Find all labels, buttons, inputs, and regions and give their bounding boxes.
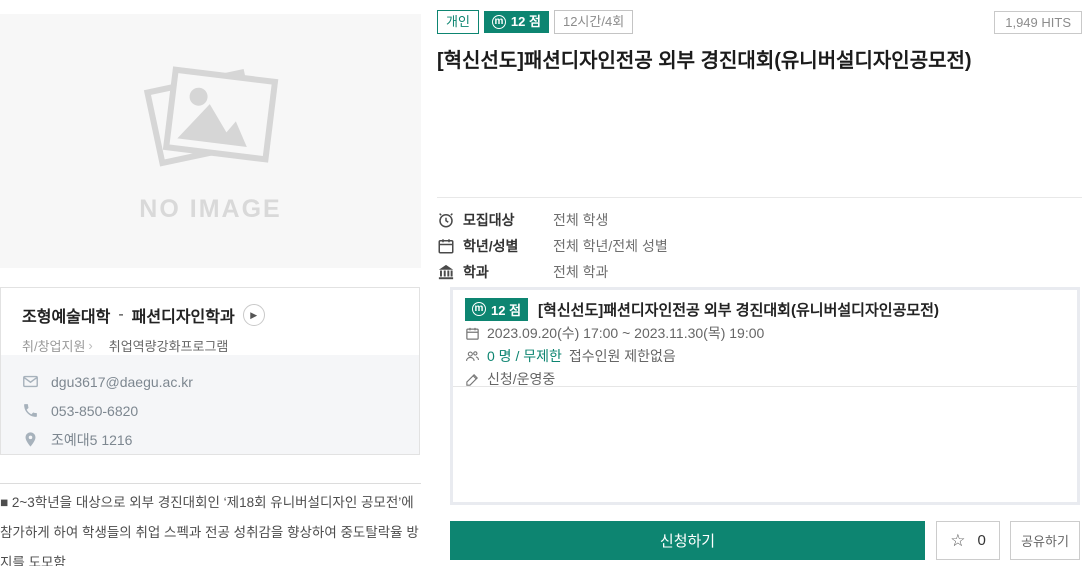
organization-header: 조형예술대학 - 패션디자인학과 ▶ 취/창업지원 › 취업역량강화프로그램 — [1, 288, 419, 355]
program-info-section: 모집대상 전체 학생 학년/성별 전체 학년/전체 성별 학과 전체 학과 — [437, 197, 1082, 285]
organization-subtitle: 취/창업지원 › 취업역량강화프로그램 — [22, 336, 398, 355]
contact-location: 조예대5 1216 — [51, 431, 133, 448]
event-status: 신청/운영중 — [487, 371, 556, 387]
event-mileage-badge: m 12 점 — [465, 297, 529, 321]
phone-icon — [22, 402, 39, 419]
program-category[interactable]: 취/창업지원 — [22, 336, 85, 355]
calendar-icon — [437, 237, 455, 255]
info-row-department: 학과 전체 학과 — [437, 259, 1082, 285]
bank-icon — [437, 263, 455, 281]
organization-title-row: 조형예술대학 - 패션디자인학과 ▶ — [22, 303, 398, 327]
page-title: [혁신선도]패션디자인전공 외부 경진대회(유니버설디자인공모전) — [437, 50, 972, 72]
info-label: 학과 — [463, 264, 489, 280]
info-value: 전체 학년/전체 성별 — [553, 238, 668, 254]
contact-phone-row: 053-850-6820 — [22, 396, 398, 425]
chevron-right-icon: › — [88, 338, 93, 353]
event-capacity: 0 명 / 무제한 — [487, 348, 562, 364]
event-card-empty-area — [453, 387, 1077, 497]
event-summary: m 12 점 [혁신선도]패션디자인전공 외부 경진대회(유니버설디자인공모전)… — [453, 290, 1077, 387]
badge-mileage-points: m 12 점 — [483, 11, 549, 34]
badge-points-label: 12 점 — [510, 14, 541, 29]
star-icon: ☆ — [950, 531, 966, 550]
program-type: 취업역량강화프로그램 — [108, 339, 229, 354]
event-date-range: 2023.09.20(수) 17:00 ~ 2023.11.30(목) 19:0… — [487, 325, 765, 341]
pen-icon — [465, 372, 480, 387]
contact-section: dgu3617@daegu.ac.kr 053-850-6820 조예대5 12… — [1, 355, 419, 454]
info-label: 학년/성별 — [463, 238, 519, 254]
contact-email-row: dgu3617@daegu.ac.kr — [22, 367, 398, 396]
mileage-icon: m — [472, 302, 486, 316]
info-row-grade-gender: 학년/성별 전체 학년/전체 성별 — [437, 233, 1082, 259]
college-department-separator: - — [118, 306, 124, 323]
event-capacity-row: 0 명 / 무제한 접수인원 제한없음 — [465, 345, 1065, 367]
organization-card: 조형예술대학 - 패션디자인학과 ▶ 취/창업지원 › 취업역량강화프로그램 d… — [0, 287, 420, 455]
college-name: 조형예술대학 — [22, 309, 111, 326]
mileage-icon: m — [491, 15, 506, 30]
contact-location-row: 조예대5 1216 — [22, 425, 398, 454]
event-date-row: 2023.09.20(수) 17:00 ~ 2023.11.30(목) 19:0… — [465, 322, 1065, 344]
calendar-icon — [465, 326, 480, 341]
no-image-icon — [136, 59, 286, 179]
apply-button[interactable]: 신청하기 — [450, 521, 925, 560]
people-icon — [465, 349, 480, 364]
department-name: 패션디자인학과 — [131, 309, 235, 326]
event-title: [혁신선도]패션디자인전공 외부 경진대회(유니버설디자인공모전) — [538, 301, 939, 319]
hits-counter: 1,949 HITS — [994, 10, 1082, 34]
badge-duration: 12시간/4회 — [553, 10, 634, 35]
program-thumbnail: NO IMAGE — [0, 14, 421, 268]
event-capacity-note: 접수인원 제한없음 — [568, 348, 676, 364]
pin-icon — [22, 431, 39, 448]
program-description: ■ 2~3학년을 대상으로 외부 경진대회인 ‘제18회 유니버설디자인 공모전… — [0, 495, 419, 566]
no-image-label: NO IMAGE — [139, 194, 282, 223]
info-value: 전체 학과 — [553, 264, 609, 280]
favorite-count: 0 — [977, 532, 986, 549]
info-row-target: 모집대상 전체 학생 — [437, 207, 1082, 233]
favorite-button[interactable]: ☆ 0 — [936, 521, 1000, 560]
description-section: ■ 2~3학년을 대상으로 외부 경진대회인 ‘제18회 유니버설디자인 공모전… — [0, 483, 421, 566]
contact-phone: 053-850-6820 — [51, 402, 139, 419]
alarm-icon — [437, 211, 455, 229]
event-card: m 12 점 [혁신선도]패션디자인전공 외부 경진대회(유니버설디자인공모전)… — [450, 287, 1080, 505]
mail-icon — [22, 373, 39, 390]
info-value: 전체 학생 — [553, 212, 609, 228]
event-title-row: m 12 점 [혁신선도]패션디자인전공 외부 경진대회(유니버설디자인공모전) — [465, 297, 1065, 321]
share-button[interactable]: 공유하기 — [1010, 521, 1080, 560]
event-points-label: 12 점 — [491, 302, 522, 318]
info-label: 모집대상 — [463, 212, 515, 228]
program-detail-page: NO IMAGE 개인 m 12 점 12시간/4회 1,949 HITS [혁… — [0, 0, 1092, 566]
play-icon[interactable]: ▶ — [242, 304, 265, 326]
badge-row: 개인 m 12 점 12시간/4회 1,949 HITS — [437, 10, 1082, 35]
badge-personal: 개인 — [437, 10, 479, 35]
contact-email: dgu3617@daegu.ac.kr — [51, 373, 193, 390]
